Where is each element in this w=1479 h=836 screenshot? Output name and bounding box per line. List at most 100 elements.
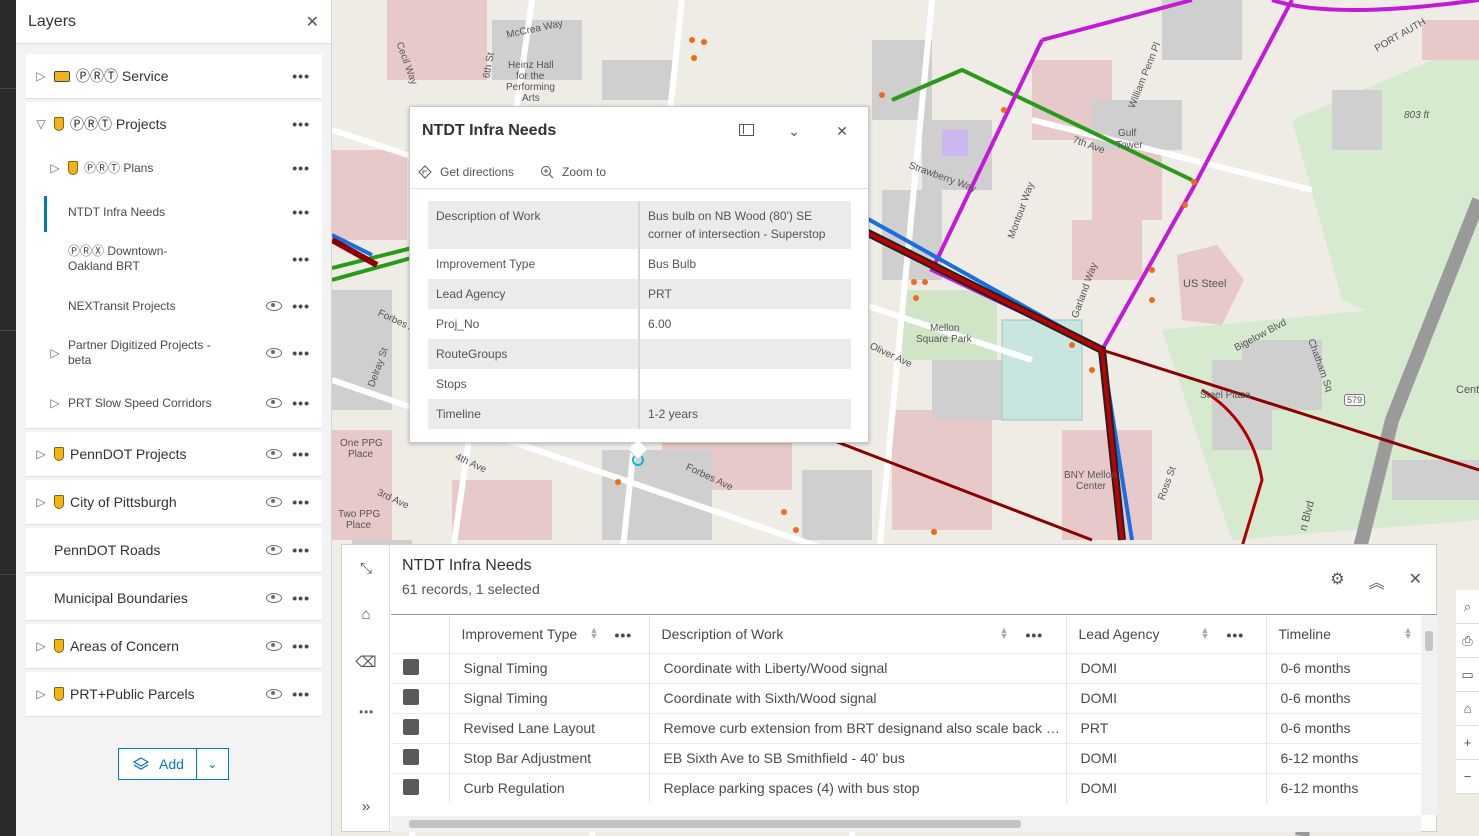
more-options-icon[interactable]: ••• [1227,627,1245,643]
poi-label: Mellon [930,323,960,334]
layer-prt-public-parcels[interactable]: ▷ PRT+Public Parcels ••• [26,672,322,717]
table-row[interactable]: Stop Bar Adjustment EB Sixth Ave to SB S… [391,742,1422,773]
visibility-icon[interactable] [266,641,283,651]
layer-label: PRT Slow Speed Corridors [68,395,212,410]
attribute-key: Timeline [428,399,640,429]
layer-penndot-roads[interactable]: PennDOT Roads ••• [26,528,322,573]
table-row[interactable]: Curb Regulation Replace parking spaces (… [391,772,1422,803]
add-dropdown-chevron-icon[interactable]: ⌄ [195,749,228,779]
more-options-icon[interactable]: ••• [292,686,310,702]
chevron-right-icon[interactable]: ▷ [34,69,48,83]
horizontal-scrollbar[interactable] [391,816,1421,832]
more-options-icon[interactable]: ••• [615,627,633,643]
chevron-down-icon[interactable]: ⌄ [780,123,808,140]
dock-icon[interactable] [732,123,760,139]
layer-ntdt-infra-needs[interactable]: NTDT Infra Needs ••• [26,190,322,234]
home-icon[interactable]: ⌂ [1456,692,1479,726]
column-header-lead-agency[interactable]: Lead Agency ▲ ▼ ••• [1066,615,1267,653]
more-options-icon[interactable]: ••• [292,395,310,411]
chevron-right-icon[interactable]: ▷ [48,346,62,360]
print-icon[interactable]: ⎙ [1456,624,1479,658]
bus-icon [54,70,70,82]
layer-partner-digitized[interactable]: ▷ Partner Digitized Projects - beta ••• [26,328,322,378]
layer-prt-plans[interactable]: ▷ ⓅⓇⓉ Plans ••• [26,146,322,190]
row-checkbox[interactable] [403,688,419,705]
row-checkbox[interactable] [403,748,419,765]
sort-icon[interactable]: ▲ ▼ [1404,626,1413,641]
route-shield: 579 [1344,394,1366,406]
chevrons-up-icon[interactable]: ︽ [1369,569,1385,593]
zoom-to-button[interactable]: Zoom to [540,165,606,179]
layer-downtown-oakland-brt[interactable]: ⓅⓇⓍ Downtown- Oakland BRT ••• [26,234,322,284]
visibility-icon[interactable] [266,593,283,603]
more-options-icon[interactable]: ••• [292,116,310,132]
chevron-right-icon[interactable]: ▷ [48,396,62,410]
visibility-icon[interactable] [266,449,283,459]
table-row[interactable]: Signal Timing Coordinate with Sixth/Wood… [391,682,1422,713]
visibility-icon[interactable] [266,497,283,507]
vertical-scrollbar[interactable] [1421,615,1437,815]
zoom-out-icon[interactable]: − [1456,760,1479,794]
more-options-icon[interactable]: ••• [292,542,310,558]
home-icon[interactable]: ⌂ [354,603,378,627]
screen-icon[interactable]: ▭ [1456,658,1479,692]
layer-city-of-pittsburgh[interactable]: ▷ City of Pittsburgh ••• [26,480,322,525]
close-icon[interactable]: ✕ [828,123,856,140]
layer-label: PennDOT Roads [54,542,161,558]
more-options-icon[interactable]: ••• [292,68,310,84]
visibility-icon[interactable] [266,348,283,358]
more-options-icon[interactable]: ••• [292,494,310,510]
attribute-key: Stops [428,369,640,399]
column-header-improvement-type[interactable]: Improvement Type ▲ ▼ ••• [449,615,650,653]
layer-prt-slow-speed[interactable]: ▷ PRT Slow Speed Corridors ••• [26,378,322,428]
collapse-icon[interactable]: ⤡ [354,557,378,581]
row-checkbox[interactable] [403,718,419,735]
cell: 0-6 months [1266,652,1422,683]
visibility-icon[interactable] [266,301,283,311]
more-options-icon[interactable]: ⋯ [354,701,378,725]
more-options-icon[interactable]: ••• [292,638,310,654]
more-options-icon[interactable]: ••• [292,160,310,176]
visibility-icon[interactable] [266,398,283,408]
get-directions-button[interactable]: Get directions [418,165,514,179]
layer-group-prt-projects[interactable]: ▽ ⓅⓇⓉ Projects ••• ▷ ⓅⓇⓉ Plans ••• NTDT … [26,102,322,429]
layer-municipal-boundaries[interactable]: Municipal Boundaries ••• [26,576,322,621]
close-icon[interactable]: ✕ [306,12,319,32]
chevron-down-icon[interactable]: ▽ [34,117,48,131]
column-header-description[interactable]: Description of Work ▲ ▼ ••• [649,615,1067,653]
gear-icon[interactable]: ⚙ [1330,569,1344,593]
sort-icon[interactable]: ▲ ▼ [1201,626,1210,641]
chevron-right-icon[interactable]: ▷ [34,495,48,509]
layer-penndot-projects[interactable]: ▷ PennDOT Projects ••• [26,432,322,477]
more-options-icon[interactable]: ••• [292,345,310,361]
sort-icon[interactable]: ▲ ▼ [1000,626,1009,641]
more-options-icon[interactable]: ••• [292,590,310,606]
layer-prt-service[interactable]: ▷ ⓅⓇⓉ Service ••• [26,54,322,99]
visibility-icon[interactable] [266,689,283,699]
more-options-icon[interactable]: ••• [292,298,310,314]
table-row[interactable]: Revised Lane Layout Remove curb extensio… [391,712,1422,743]
chevron-right-icon[interactable]: ▷ [34,447,48,461]
layer-areas-of-concern[interactable]: ▷ Areas of Concern ••• [26,624,322,669]
eraser-icon[interactable]: ⌫ [354,651,378,675]
expand-chevrons-icon[interactable]: » [354,795,378,819]
column-header-timeline[interactable]: Timeline ▲ ▼ [1266,615,1422,653]
row-checkbox[interactable] [403,658,419,675]
chevron-right-icon[interactable]: ▷ [34,687,48,701]
more-options-icon[interactable]: ••• [292,251,310,267]
table-row[interactable]: Signal Timing Coordinate with Liberty/Wo… [391,652,1422,683]
table-title: NTDT Infra Needs [402,557,532,574]
zoom-in-icon[interactable]: + [1456,726,1479,760]
add-layer-button[interactable]: Add [119,749,196,779]
layer-nextransit-projects[interactable]: NEXTransit Projects ••• [26,284,322,328]
row-checkbox[interactable] [403,778,419,795]
sort-icon[interactable]: ▲ ▼ [590,626,599,641]
search-icon[interactable]: ⌕ [1456,590,1479,624]
more-options-icon[interactable]: ••• [292,204,310,220]
chevron-right-icon[interactable]: ▷ [34,639,48,653]
close-icon[interactable]: ✕ [1409,569,1422,593]
more-options-icon[interactable]: ••• [1026,627,1044,643]
visibility-icon[interactable] [266,545,283,555]
more-options-icon[interactable]: ••• [292,446,310,462]
chevron-right-icon[interactable]: ▷ [48,161,62,175]
